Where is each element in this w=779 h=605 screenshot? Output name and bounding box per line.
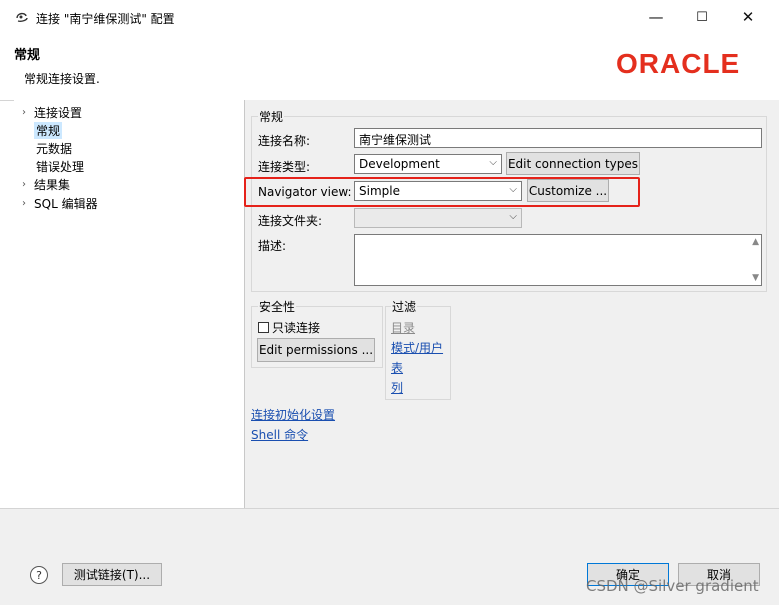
- tree-item-label: 错误处理: [36, 159, 85, 174]
- connection-folder-label: 连接文件夹:: [258, 214, 323, 228]
- tree-item-sql-editor[interactable]: › SQL 编辑器: [22, 195, 98, 211]
- oracle-logo: ORACLE: [616, 48, 741, 79]
- tree-item-error-handling[interactable]: 错误处理: [36, 158, 84, 174]
- chevron-right-icon[interactable]: ›: [22, 198, 34, 209]
- customize-button[interactable]: Customize ...: [527, 179, 609, 202]
- tree-item-label: 元数据: [36, 141, 73, 156]
- description-label: 描述:: [258, 239, 287, 253]
- watermark: CSDN @Silver gradient: [586, 577, 759, 595]
- app-icon: [16, 12, 28, 22]
- connection-name-label: 连接名称:: [258, 134, 311, 148]
- filter-link-columns[interactable]: 列: [391, 379, 403, 396]
- chevron-right-icon[interactable]: ›: [22, 179, 34, 190]
- description-textarea[interactable]: ▲ ▼: [354, 234, 762, 286]
- general-section-title: 常规: [258, 108, 285, 125]
- filter-link-catalogs[interactable]: 目录: [391, 319, 415, 336]
- security-section-title: 安全性: [258, 298, 297, 315]
- filter-link-schemas[interactable]: 模式/用户: [391, 339, 443, 356]
- edit-permissions-button[interactable]: Edit permissions ...: [257, 338, 375, 362]
- test-connection-button[interactable]: 测试链接(T)...: [62, 563, 162, 586]
- filter-section-title: 过滤: [391, 298, 418, 315]
- connection-folder-select[interactable]: ⌵: [354, 208, 522, 228]
- readonly-checkbox[interactable]: [258, 322, 269, 333]
- tree-item-label: 常规: [34, 121, 63, 139]
- page-title: 常规: [14, 48, 41, 63]
- navigator-view-label: Navigator view:: [258, 185, 352, 199]
- help-icon[interactable]: ?: [30, 566, 48, 584]
- scroll-down-icon[interactable]: ▼: [752, 273, 759, 283]
- tree-item-metadata[interactable]: 元数据: [36, 140, 72, 156]
- chevron-down-icon: ⌵: [509, 184, 517, 195]
- tree-item-label: 连接设置: [34, 105, 83, 120]
- tree-item-result-sets[interactable]: › 结果集: [22, 176, 70, 192]
- minimize-button[interactable]: —: [634, 4, 678, 30]
- chevron-down-icon: ⌵: [509, 211, 517, 222]
- readonly-checkbox-row[interactable]: 只读连接: [258, 319, 320, 336]
- connection-name-field[interactable]: 南宁维保测试: [354, 128, 762, 148]
- connection-type-label: 连接类型:: [258, 160, 311, 174]
- tree-item-general[interactable]: 常规: [34, 121, 63, 139]
- close-button[interactable]: ✕: [726, 4, 770, 30]
- tree-item-label: 结果集: [34, 177, 71, 192]
- chevron-right-icon[interactable]: ›: [22, 107, 34, 118]
- chevron-down-icon: ⌵: [489, 157, 497, 168]
- edit-connection-types-button[interactable]: Edit connection types: [506, 152, 640, 175]
- filter-link-tables[interactable]: 表: [391, 359, 403, 376]
- page-description: 常规连接设置.: [24, 72, 100, 86]
- connection-init-settings-link[interactable]: 连接初始化设置: [251, 406, 335, 423]
- navigator-view-select[interactable]: Simple ⌵: [354, 181, 522, 201]
- tree-item-label: SQL 编辑器: [34, 196, 98, 211]
- shell-commands-link[interactable]: Shell 命令: [251, 426, 308, 443]
- readonly-checkbox-label: 只读连接: [272, 321, 321, 335]
- navigator-view-value: Simple: [359, 184, 400, 198]
- connection-type-value: Development: [359, 157, 440, 171]
- connection-type-select[interactable]: Development ⌵: [354, 154, 502, 174]
- window-title: 连接 "南宁维保测试" 配置: [36, 12, 175, 26]
- title-bar: 连接 "南宁维保测试" 配置 — ☐ ✕: [0, 0, 779, 34]
- maximize-button[interactable]: ☐: [680, 4, 724, 30]
- tree-item-connection-settings[interactable]: › 连接设置: [22, 104, 82, 120]
- scroll-up-icon[interactable]: ▲: [752, 237, 759, 247]
